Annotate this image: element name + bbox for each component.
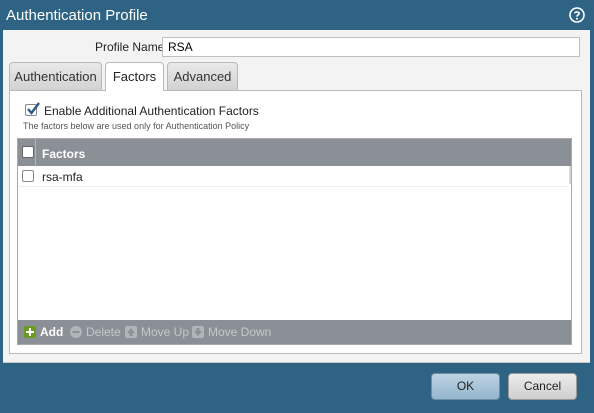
enable-factors-checkbox[interactable] <box>25 102 40 116</box>
factors-grid: Factors rsa-mfa Add Delete Move Up Move … <box>17 138 572 345</box>
checkmark-icon <box>27 102 40 115</box>
select-all-checkbox[interactable] <box>22 146 34 158</box>
dialog-title: Authentication Profile <box>6 7 148 24</box>
ok-button[interactable]: OK <box>431 373 500 400</box>
factor-name[interactable]: rsa-mfa <box>42 170 83 184</box>
header-divider <box>35 139 36 166</box>
delete-button[interactable]: Delete <box>70 325 121 339</box>
move-down-label: Move Down <box>208 325 272 339</box>
cancel-button[interactable]: Cancel <box>508 373 577 400</box>
move-down-button[interactable]: Move Down <box>192 325 271 339</box>
move-up-label: Move Up <box>141 325 190 339</box>
enable-factors-label: Enable Additional Authentication Factors <box>44 104 259 118</box>
add-icon <box>24 326 36 338</box>
tab-factors[interactable]: Factors <box>105 62 164 91</box>
table-row[interactable]: rsa-mfa <box>18 166 569 187</box>
grid-header: Factors <box>18 139 571 166</box>
delete-icon <box>70 326 82 338</box>
move-up-button[interactable]: Move Up <box>125 325 189 339</box>
move-up-icon <box>125 326 137 338</box>
profile-name-input[interactable] <box>162 37 580 57</box>
grid-toolbar: Add Delete Move Up Move Down <box>18 320 571 344</box>
row-checkbox[interactable] <box>22 170 34 182</box>
delete-label: Delete <box>86 325 121 339</box>
scrollbar[interactable] <box>569 166 571 184</box>
profile-name-label: Profile Name <box>95 40 165 54</box>
factors-column-header[interactable]: Factors <box>42 147 85 161</box>
tab-advanced[interactable]: Advanced <box>167 62 238 90</box>
dialog-titlebar: Authentication Profile <box>0 0 594 30</box>
tab-authentication[interactable]: Authentication <box>9 62 102 90</box>
help-icon[interactable] <box>569 7 585 23</box>
move-down-icon <box>192 326 204 338</box>
factors-note: The factors below are used only for Auth… <box>23 121 250 131</box>
add-label: Add <box>40 325 64 339</box>
add-button[interactable]: Add <box>24 325 64 339</box>
